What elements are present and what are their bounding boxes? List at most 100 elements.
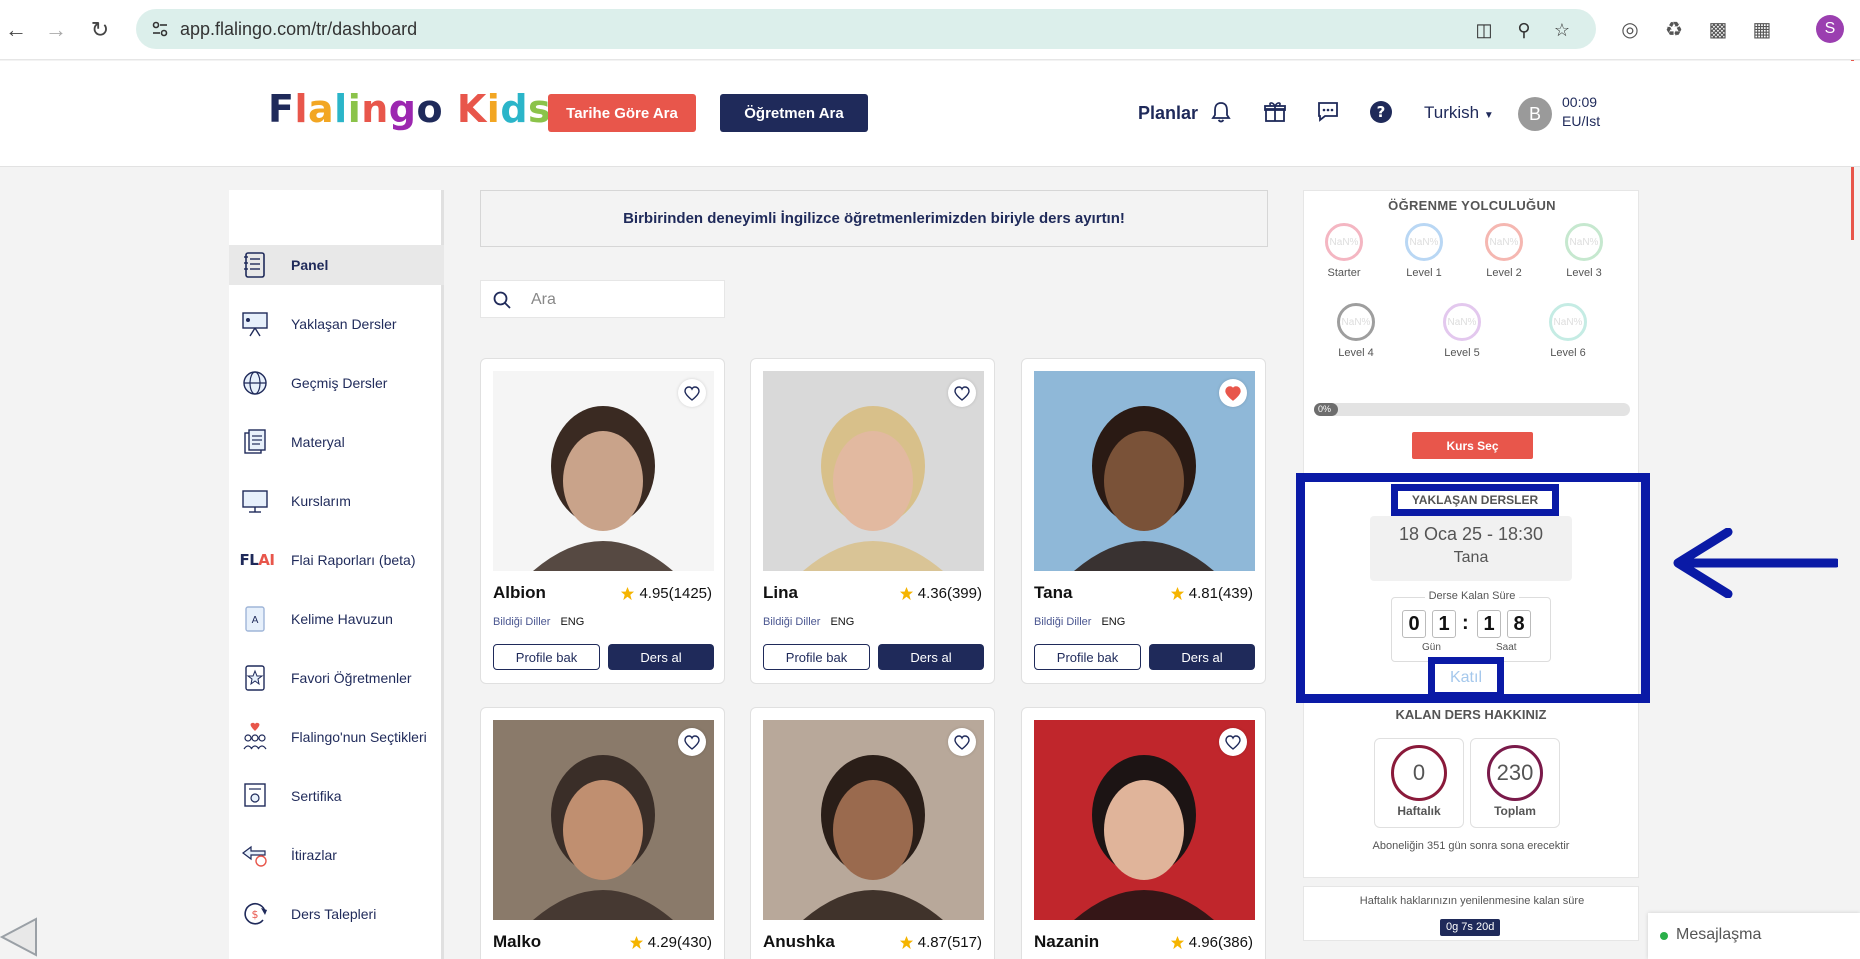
sidebar-item[interactable]: FLAI Flai Raporları (beta) xyxy=(229,540,444,580)
total-count: 230 xyxy=(1487,745,1543,801)
url-text[interactable]: app.flalingo.com/tr/dashboard xyxy=(180,19,417,40)
book-lesson-button[interactable]: Ders al xyxy=(878,644,984,670)
flalingo-kids-logo[interactable]: Flalingo Kids xyxy=(268,87,551,131)
language-dropdown[interactable]: Turkish ▼ xyxy=(1424,103,1494,123)
extension-qr-icon[interactable]: ▩ xyxy=(1704,15,1732,43)
rating-value: 4.95 xyxy=(639,585,669,602)
favorite-heart-icon[interactable] xyxy=(1219,728,1247,756)
view-profile-button[interactable]: Profile bak xyxy=(493,644,600,670)
sidebar-item[interactable]: Yaklaşan Dersler xyxy=(229,304,444,344)
extensions-puzzle-icon[interactable]: ▦ xyxy=(1748,15,1776,43)
teacher-name[interactable]: Malko xyxy=(493,932,541,952)
bookmark-star-icon[interactable]: ☆ xyxy=(1550,18,1574,42)
site-settings-icon[interactable] xyxy=(150,19,170,39)
reload-icon[interactable]: ↻ xyxy=(84,14,116,46)
scroll-left-icon[interactable] xyxy=(0,915,40,959)
sidebar-item-label: Geçmiş Dersler xyxy=(291,375,388,391)
level-percent: NaN% xyxy=(1447,316,1477,328)
level-ring: NaN% xyxy=(1405,223,1443,261)
star-doc-icon xyxy=(239,662,271,694)
favorite-heart-icon[interactable] xyxy=(1219,379,1247,407)
teacher-name[interactable]: Lina xyxy=(763,583,798,603)
exchange-icon xyxy=(239,839,271,871)
teacher-card[interactable]: Tana 4.81 (439) Bildiği Diller ENG Profile ba… xyxy=(1021,358,1266,684)
sidebar-item[interactable]: Flalingo'nun Seçtikleri xyxy=(229,717,444,757)
countdown-digit: 8 xyxy=(1507,610,1531,638)
install-app-icon[interactable]: ◫ xyxy=(1472,18,1496,42)
address-bar[interactable]: app.flalingo.com/tr/dashboard ◫ ⚲ ☆ xyxy=(136,9,1596,49)
teacher-name[interactable]: Anushka xyxy=(763,932,835,952)
documents-icon xyxy=(239,426,271,458)
site-header: Flalingo Kids Tarihe Göre Ara Öğretmen A… xyxy=(0,61,1860,167)
review-count: (399) xyxy=(946,585,982,602)
logo-letter: l xyxy=(334,87,348,131)
languages-label: Bildiği Diller xyxy=(493,616,551,628)
search-input[interactable] xyxy=(531,289,711,311)
messaging-widget[interactable]: Mesajlaşma xyxy=(1648,913,1860,959)
sidebar-item[interactable]: Geçmiş Dersler xyxy=(229,363,444,403)
teacher-card[interactable]: Albion 4.95 (1425) Bildiği Diller ENG Profile… xyxy=(480,358,725,684)
book-lesson-button[interactable]: Ders al xyxy=(608,644,714,670)
teacher-card[interactable]: Anushka 4.87 (517) xyxy=(750,707,995,959)
teacher-name[interactable]: Albion xyxy=(493,583,546,603)
sidebar-item[interactable]: Sertifika xyxy=(229,776,444,816)
teacher-name[interactable]: Tana xyxy=(1034,583,1072,603)
sidebar-item[interactable]: A Kelime Havuzun xyxy=(229,599,444,639)
lesson-teacher: Tana xyxy=(1453,549,1489,566)
back-icon[interactable]: ← xyxy=(0,14,32,46)
sidebar-item[interactable]: Kurslarım xyxy=(229,481,444,521)
review-count: (439) xyxy=(1217,585,1253,602)
review-count: (430) xyxy=(676,934,712,951)
sidebar-item[interactable]: Panel xyxy=(229,245,444,285)
star-icon xyxy=(1170,586,1184,601)
gift-icon[interactable] xyxy=(1260,97,1290,127)
extension-chrome-icon[interactable]: ◎ xyxy=(1616,15,1644,43)
favorite-heart-icon[interactable] xyxy=(948,379,976,407)
level-name: Level 3 xyxy=(1566,267,1602,279)
teacher-card[interactable]: Nazanin 4.96 (386) xyxy=(1021,707,1266,959)
teacher-search[interactable] xyxy=(480,280,725,318)
view-profile-button[interactable]: Profile bak xyxy=(763,644,870,670)
level-indicator: NaN% Level 3 xyxy=(1554,223,1614,279)
plans-link[interactable]: Planlar xyxy=(1138,103,1198,124)
book-lesson-button[interactable]: Ders al xyxy=(1149,644,1255,670)
teacher-name[interactable]: Nazanin xyxy=(1034,932,1099,952)
level-ring: NaN% xyxy=(1337,303,1375,341)
countdown-title-text: Derse Kalan Süre xyxy=(1424,590,1520,602)
teacher-rating: 4.36 (399) xyxy=(899,585,982,602)
zoom-icon[interactable]: ⚲ xyxy=(1512,18,1536,42)
user-avatar[interactable]: B xyxy=(1518,97,1552,131)
browser-profile-avatar[interactable]: S xyxy=(1816,15,1844,43)
favorite-heart-icon[interactable] xyxy=(948,728,976,756)
search-by-date-button[interactable]: Tarihe Göre Ara xyxy=(548,94,696,132)
teacher-card[interactable]: Malko 4.29 (430) xyxy=(480,707,725,959)
bell-icon[interactable] xyxy=(1206,97,1236,127)
weekly-renewal-panel: Haftalık haklarınızın yenilenmesine kala… xyxy=(1303,886,1639,941)
teacher-rating: 4.29 (430) xyxy=(629,934,712,951)
sidebar-item[interactable]: Materyal xyxy=(229,422,444,462)
search-teacher-button[interactable]: Öğretmen Ara xyxy=(720,94,868,132)
favorite-heart-icon[interactable] xyxy=(678,379,706,407)
teacher-card[interactable]: Lina 4.36 (399) Bildiği Diller ENG Profile ba… xyxy=(750,358,995,684)
join-lesson-button[interactable]: Katıl xyxy=(1428,657,1504,699)
view-profile-button[interactable]: Profile bak xyxy=(1034,644,1141,670)
select-course-button[interactable]: Kurs Seç xyxy=(1412,432,1533,459)
subscription-note: Aboneliğin 351 gün sonra sona erecektir xyxy=(1372,840,1570,852)
review-count: (1425) xyxy=(668,585,712,602)
level-name: Level 6 xyxy=(1550,347,1586,359)
chat-icon[interactable] xyxy=(1313,97,1343,127)
sidebar-item[interactable]: $ Ders Talepleri xyxy=(229,894,444,934)
help-icon[interactable]: ? xyxy=(1366,97,1396,127)
weekly-label: Haftalık xyxy=(1397,804,1441,818)
sidebar-item[interactable]: Favori Öğretmenler xyxy=(229,658,444,698)
extension-recycle-icon[interactable]: ♻ xyxy=(1660,15,1688,43)
sidebar-item[interactable]: İtirazlar xyxy=(229,835,444,875)
forward-icon[interactable]: → xyxy=(40,14,72,46)
favorite-heart-icon[interactable] xyxy=(678,728,706,756)
review-count: (517) xyxy=(946,934,982,951)
logo-letter xyxy=(443,87,457,131)
rating-value: 4.87 xyxy=(917,934,947,951)
level-ring: NaN% xyxy=(1549,303,1587,341)
upcoming-lesson-card[interactable]: 18 Oca 25 - 18:30 Tana xyxy=(1370,516,1572,581)
level-percent: NaN% xyxy=(1341,316,1371,328)
